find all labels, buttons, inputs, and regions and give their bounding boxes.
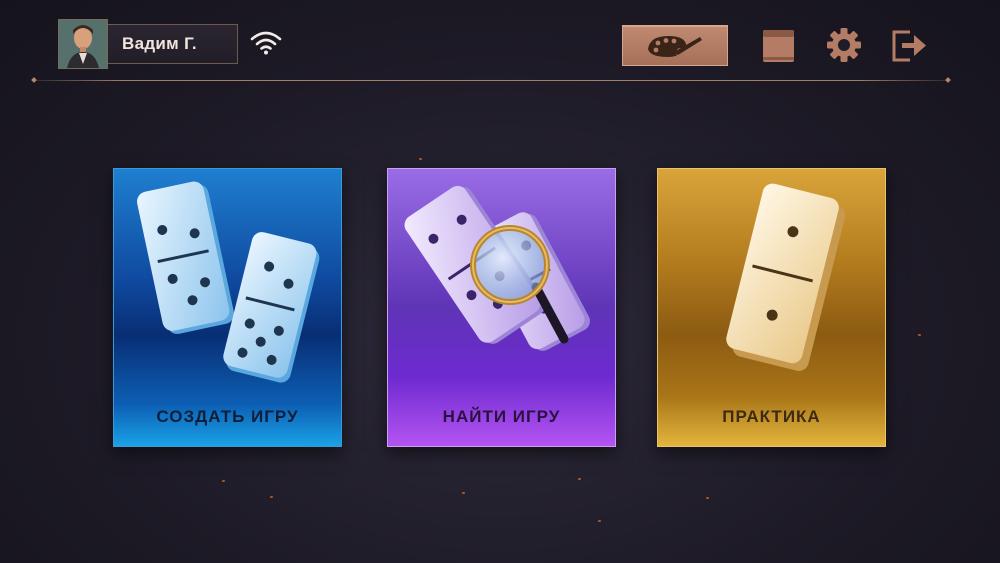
ember-particle [918, 334, 921, 336]
exit-icon[interactable] [890, 26, 930, 64]
player-name: Вадим Г. [108, 24, 238, 64]
ember-particle [706, 497, 709, 499]
domino-tiles-icon [137, 181, 320, 383]
ember-particle [419, 158, 422, 160]
create-game-card[interactable]: СОЗДАТЬ ИГРУ [113, 168, 342, 447]
avatar-portrait-icon [59, 20, 107, 68]
ember-particle [222, 480, 225, 482]
ember-particle [462, 492, 465, 494]
ember-particle [270, 496, 273, 498]
practice-label: ПРАКТИКА [722, 407, 821, 426]
single-domino-icon [726, 183, 846, 371]
create-game-label: СОЗДАТЬ ИГРУ [156, 407, 299, 426]
wifi-icon [250, 31, 282, 55]
gear-icon[interactable] [826, 26, 862, 64]
avatar[interactable] [58, 19, 108, 69]
ember-particle [598, 520, 601, 522]
ember-particle [578, 478, 581, 480]
find-game-card[interactable]: НАЙТИ ИГРУ [387, 168, 616, 447]
find-game-label: НАЙТИ ИГРУ [442, 407, 561, 426]
palette-icon [648, 35, 702, 57]
header-divider [34, 80, 948, 81]
domino-magnifier-icon [404, 185, 590, 351]
theme-button[interactable] [622, 25, 728, 66]
practice-card[interactable]: ПРАКТИКА [657, 168, 886, 447]
book-icon[interactable] [760, 26, 798, 64]
